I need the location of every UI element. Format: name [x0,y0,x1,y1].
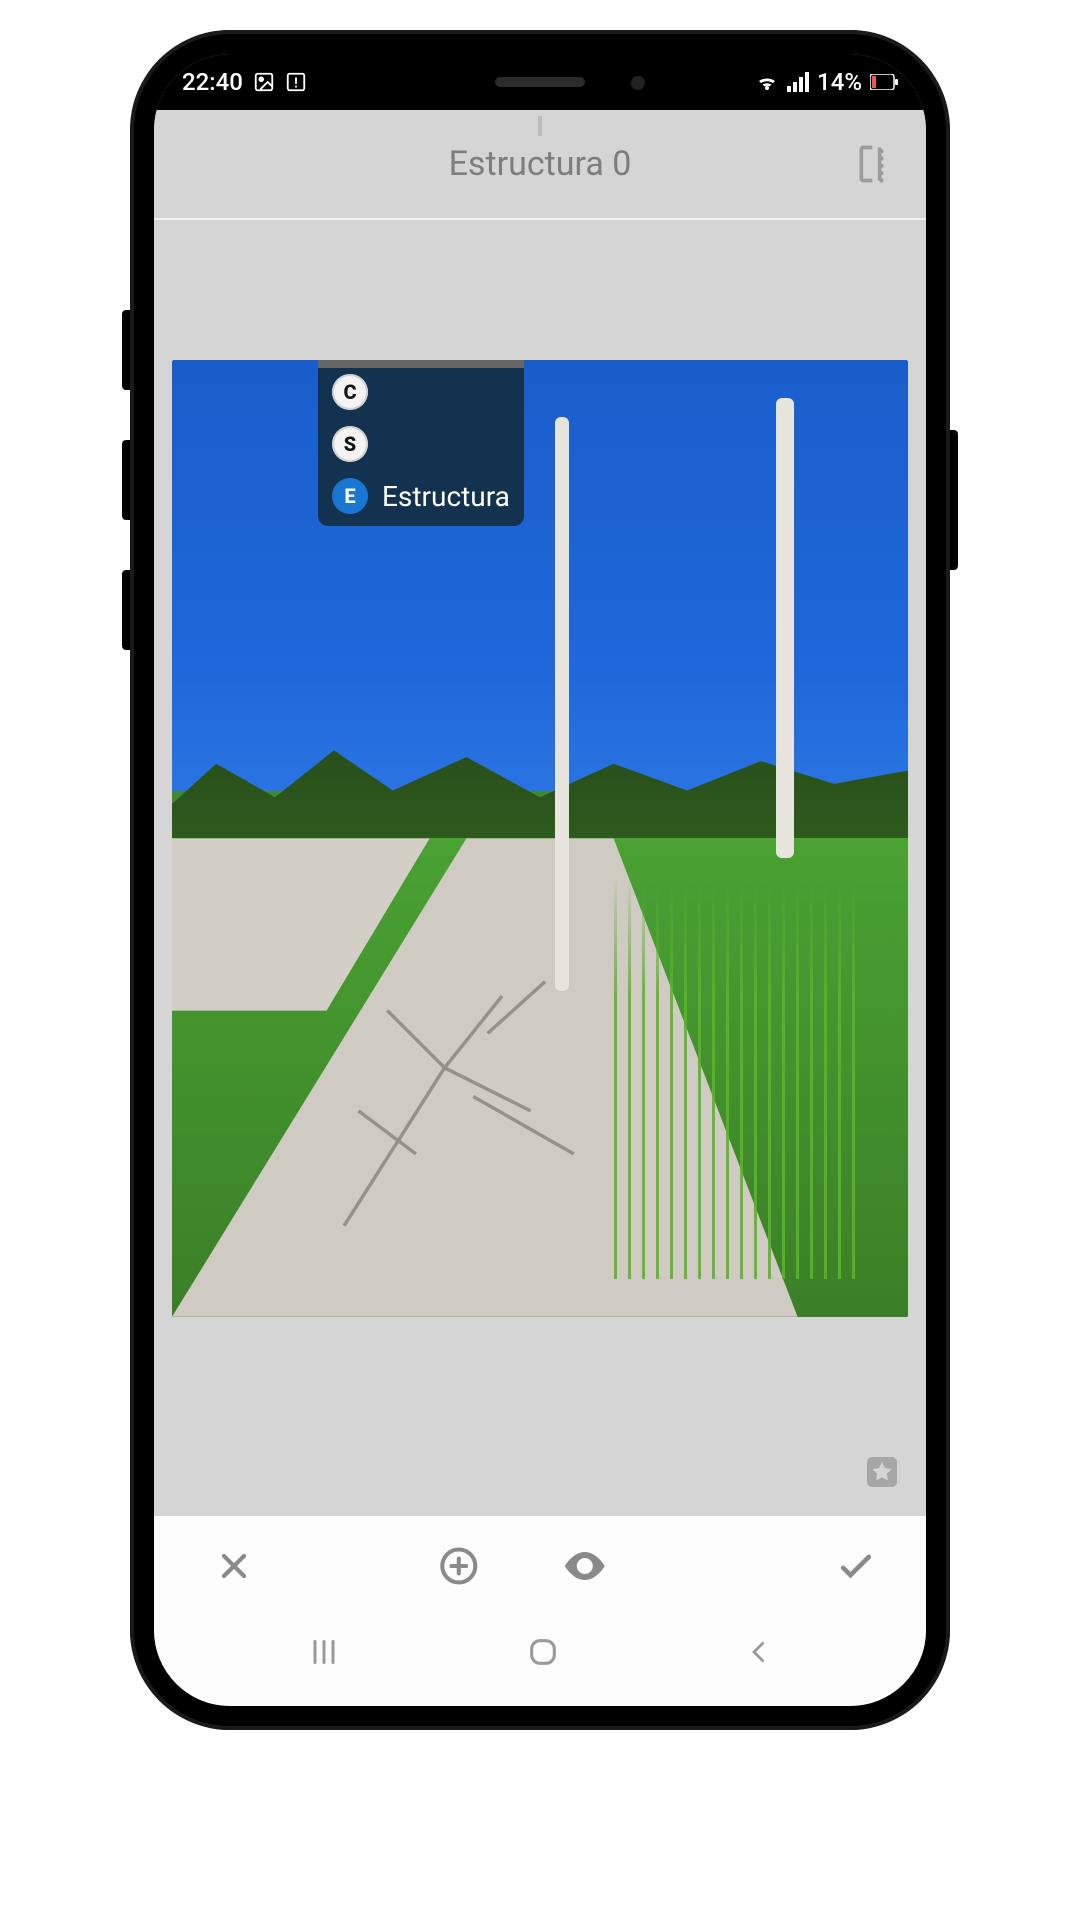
android-navbar [154,1616,926,1706]
screen: 22:40 14% [154,54,926,1706]
wifi-icon [755,72,779,92]
drag-handle-icon [538,116,542,136]
photo-decor [614,877,864,1279]
header-title: Estructura 0 [449,144,632,184]
status-time: 22:40 [182,68,243,96]
adjust-chip: S [332,426,368,462]
editor-canvas-area: B C S E Estructura [154,220,926,1516]
nav-home-button[interactable] [526,1635,560,1669]
adjust-label: Estructura [382,480,510,513]
battery-percentage: 14% [817,68,862,96]
speaker-grille [495,77,585,87]
adjust-chip: E [332,478,368,514]
add-adjustment-button[interactable] [437,1542,481,1590]
preview-button[interactable] [561,1542,609,1590]
alert-notification-icon [285,71,307,93]
adjust-chip: C [332,374,368,410]
editor-toolbar [154,1516,926,1616]
adjust-saturation[interactable]: S [328,426,372,462]
battery-icon [870,74,898,90]
nav-back-button[interactable] [744,1637,774,1667]
app-header: Estructura 0 [154,110,926,220]
cancel-button[interactable] [184,1546,284,1586]
confirm-button[interactable] [816,1544,896,1588]
photo-decor [555,417,569,991]
nav-recent-button[interactable] [306,1634,342,1670]
signal-icon [787,72,809,92]
front-camera [631,76,645,90]
photo-preview[interactable]: B C S E Estructura [172,360,908,1317]
photo-decor [776,398,794,857]
phone-frame: 22:40 14% [130,30,950,1730]
photo-decor [304,953,643,1240]
compare-button[interactable] [852,140,900,188]
bookmark-star-icon[interactable] [862,1452,902,1492]
adjust-structure[interactable]: E Estructura [328,478,514,514]
image-notification-icon [253,71,275,93]
adjust-contrast[interactable]: C [328,374,372,410]
notch [375,54,705,110]
adjustment-panel: B C S E Estructura [318,360,524,526]
